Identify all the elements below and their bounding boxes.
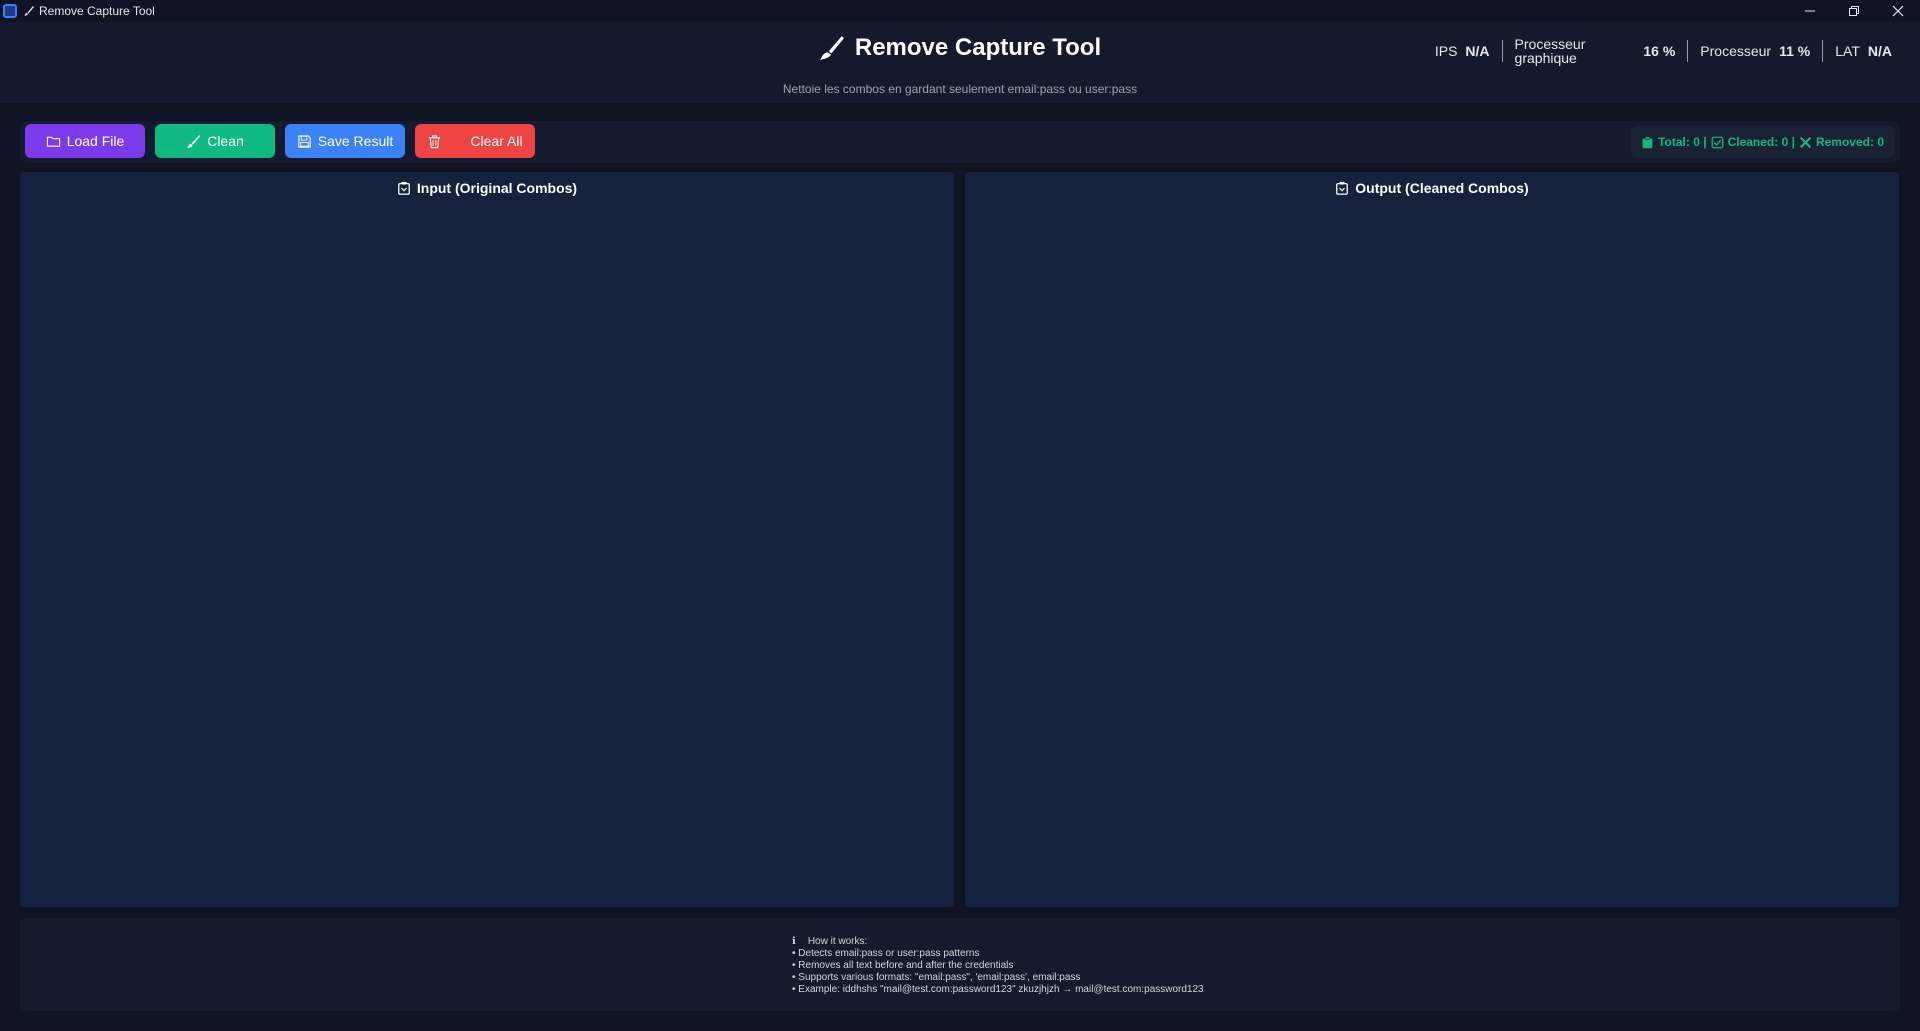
window-controls [1788,0,1920,22]
perf-gpu: Processeur graphique 16 % [1503,37,1688,65]
info-header: ℹ How it works: [792,936,1204,948]
info-line: • Detects email:pass or user:pass patter… [792,948,980,959]
info-content: ℹ How it works: • Detects email:pass or … [792,936,1204,996]
minimize-icon [1805,10,1815,12]
performance-overlay: IPS N/A Processeur graphique 16 % Proces… [1423,36,1904,66]
perf-lat-value: N/A [1867,43,1892,59]
perf-cpu-value: 11 % [1779,43,1811,59]
input-panel-title: Input (Original Combos) [416,180,578,196]
perf-gpu-label: Processeur graphique [1515,37,1586,65]
perf-lat: LAT N/A [1823,43,1904,59]
clear-all-button[interactable]: Clear All [415,124,535,158]
perf-ips-value: N/A [1465,43,1490,59]
perf-cpu-label: Processeur [1700,43,1772,59]
close-button[interactable] [1876,0,1920,22]
perf-gpu-label-line2: graphique [1514,50,1577,66]
perf-gpu-value: 16 % [1643,43,1676,59]
perf-ips-label: IPS [1434,43,1458,59]
perf-separator [1687,40,1689,62]
load-file-button[interactable]: Load File [25,124,145,158]
clipboard-icon [1642,135,1653,148]
brush-icon [819,36,844,60]
stats-bar: Total: 0 | Cleaned: 0 | Removed: 0 [1631,126,1894,158]
output-panel: Output (Cleaned Combos) [965,172,1899,907]
input-textarea[interactable] [26,206,948,901]
brush-icon [24,6,34,16]
input-panel-header: Input (Original Combos) [20,180,954,196]
clean-label: Clean [207,133,244,149]
restore-button[interactable] [1832,0,1876,22]
save-result-button[interactable]: Save Result [285,124,405,158]
stats-removed: Removed: 0 [1815,135,1884,149]
save-result-label: Save Result [317,133,394,149]
panel-splitter[interactable] [954,172,965,907]
check-icon [1711,136,1724,148]
perf-separator [1501,40,1503,62]
minimize-button[interactable] [1788,0,1832,22]
info-line: • Removes all text before and after the … [792,960,1014,971]
stats-total: Total: 0 | [1658,135,1707,149]
info-box: ℹ How it works: • Detects email:pass or … [20,918,1900,1011]
output-textarea[interactable] [971,206,1893,901]
clear-all-label: Clear All [470,133,523,149]
trash-icon [429,134,441,148]
clean-button[interactable]: Clean [155,124,275,158]
page-title-text: Remove Capture Tool [854,34,1102,61]
input-panel: Input (Original Combos) [20,172,954,907]
info-line: • Example: iddhshs "mail@test.com:passwo… [792,984,1204,995]
load-file-label: Load File [66,133,125,149]
page-subtitle: Nettoie les combos en gardant seulement … [782,82,1138,96]
clipboard-icon [1336,181,1349,195]
floppy-icon [298,134,311,148]
folder-icon [46,136,60,147]
perf-gpu-label-line1: Processeur [1514,36,1586,52]
info-icon: ℹ [792,936,796,947]
perf-cpu: Processeur 11 % [1688,43,1822,59]
window-titlebar: Remove Capture Tool [0,0,1920,22]
toolbar: Load File Clean Save Result Clear All To… [20,121,1900,163]
brush-icon [187,134,201,148]
stats-cleaned: Cleaned: 0 | [1727,135,1795,149]
clipboard-icon [397,181,410,195]
perf-lat-label: LAT [1835,43,1860,59]
app-icon [3,4,17,18]
perf-separator [1822,40,1824,62]
window-title: Remove Capture Tool [39,4,155,18]
info-line: • Supports various formats: "email:pass"… [792,972,1081,983]
app-header: Remove Capture Tool Nettoie les combos e… [0,22,1920,102]
restore-icon [1849,6,1859,16]
perf-ips: IPS N/A [1423,43,1502,59]
output-panel-header: Output (Cleaned Combos) [965,180,1899,196]
close-icon [1892,5,1904,17]
output-panel-title: Output (Cleaned Combos) [1355,180,1529,196]
info-title: How it works: [807,936,868,947]
cross-icon [1799,136,1812,148]
